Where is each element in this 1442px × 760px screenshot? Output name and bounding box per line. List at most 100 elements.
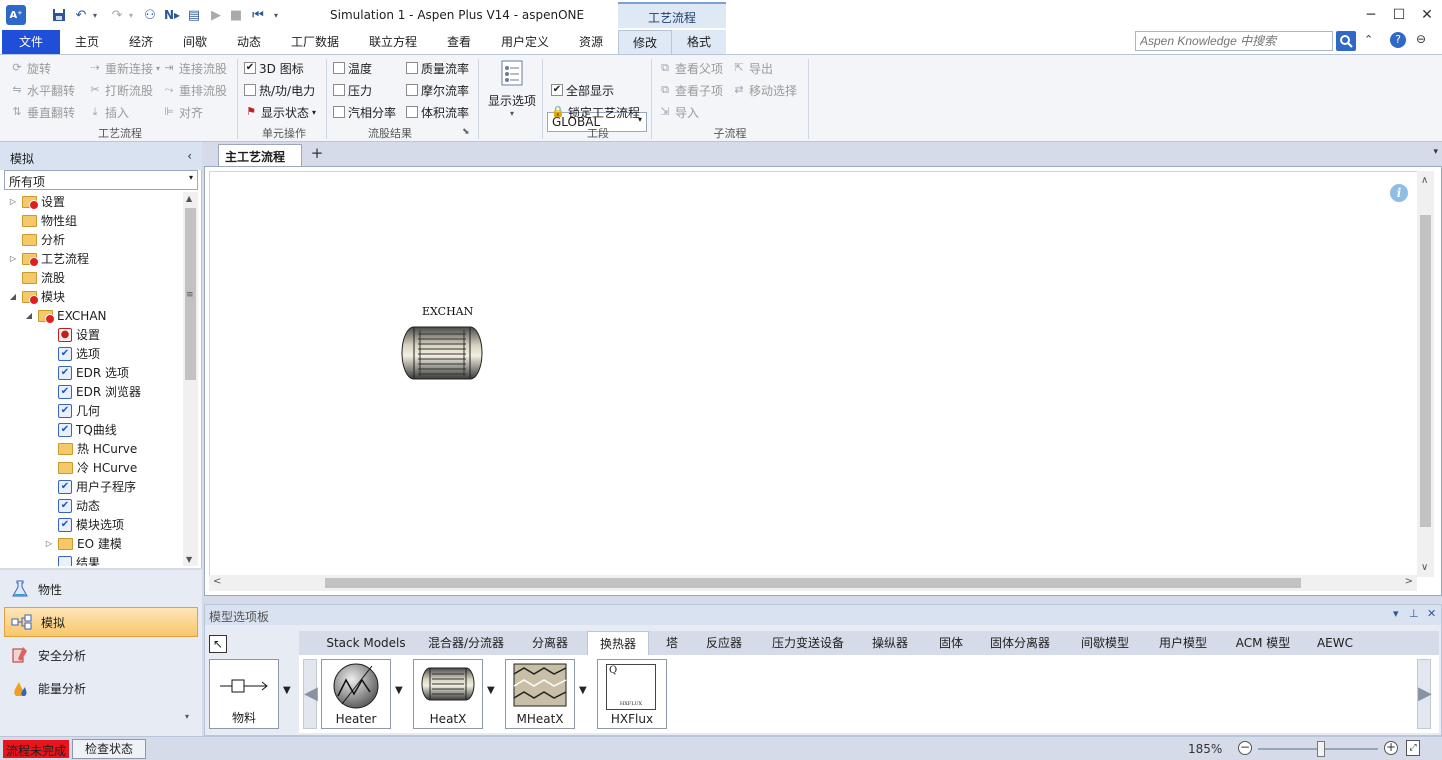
minimize-icon[interactable]: ─ (1357, 4, 1385, 26)
export-button[interactable]: ⇱ 导出 (732, 58, 773, 78)
nav-button-safety-analysis[interactable]: 安全分析 (4, 640, 198, 670)
palette-scroll-left-icon[interactable]: ◀ (303, 659, 318, 729)
mheatx-variants-dropdown-icon[interactable]: ▼ (579, 685, 587, 696)
tree-item-cold-hcurve[interactable]: 冷 HCurve (44, 458, 137, 477)
scroll-down-icon[interactable]: ∨ (1421, 562, 1428, 573)
redo-dropdown-icon[interactable]: ▾ (126, 6, 136, 24)
tab-format[interactable]: 格式 (672, 30, 726, 54)
tab-economics[interactable]: 经济 (116, 30, 166, 54)
display-options-button[interactable]: 显示选项 ▾ (484, 59, 540, 125)
tree-item-edr-options[interactable]: ✔ EDR 选项 (44, 363, 129, 382)
collapse-icon[interactable]: ◢ (24, 311, 34, 320)
close-palette-icon[interactable]: ✕ (1427, 607, 1436, 620)
palette-tab-separators[interactable]: 分离器 (523, 631, 577, 655)
move-selection-button[interactable]: ⇄ 移动选择 (732, 80, 797, 100)
collapse-ribbon-icon[interactable]: ⌃ (1364, 33, 1373, 46)
reset-icon[interactable]: ⏮ (250, 6, 266, 24)
aspen-knowledge-search-input[interactable] (1135, 31, 1333, 51)
search-icon[interactable] (1336, 31, 1356, 51)
lock-flowsheet-button[interactable]: 🔒 锁定工艺流程 (551, 102, 640, 122)
customize-qat-icon[interactable]: ▾ (270, 6, 282, 24)
heater-variants-dropdown-icon[interactable]: ▼ (395, 685, 403, 696)
scroll-left-icon[interactable]: < (213, 576, 221, 587)
scrollbar-thumb[interactable] (1420, 215, 1431, 527)
configure-buttons-icon[interactable]: ▾ (185, 712, 189, 721)
canvas-vertical-scrollbar[interactable]: ∧ ∨ (1417, 171, 1434, 577)
palette-tab-solids[interactable]: 固体 (931, 631, 971, 655)
model-heatx[interactable]: HeatX (413, 659, 483, 729)
heatx-variants-dropdown-icon[interactable]: ▼ (487, 685, 495, 696)
tab-dynamics[interactable]: 动态 (224, 30, 274, 54)
tree-item-setup[interactable]: ▷ 设置 (8, 192, 65, 211)
rotate-button[interactable]: ⟳ 旋转 (10, 58, 51, 78)
close-icon[interactable]: ✕ (1413, 4, 1441, 26)
zoom-out-icon[interactable]: − (1238, 741, 1252, 755)
dialog-launcher-icon[interactable]: ⬊ (462, 127, 470, 137)
add-tab-icon[interactable]: + (308, 145, 326, 163)
reconnect-button[interactable]: ⇢ 重新连接 ▾ (88, 58, 160, 78)
icon-3d-checkbox[interactable]: ✔ 3D 图标 (244, 58, 304, 78)
tab-view[interactable]: 查看 (436, 30, 482, 54)
model-hxflux[interactable]: Q HXFLUX HXFlux (597, 659, 667, 729)
molar-flow-checkbox[interactable]: 摩尔流率 (406, 80, 469, 100)
tree-item-tq-curve[interactable]: ✔ TQ曲线 (44, 420, 117, 439)
undo-dropdown-icon[interactable]: ▾ (90, 6, 100, 24)
aspen-app-icon[interactable]: A⁺ (6, 5, 26, 25)
break-stream-button[interactable]: ✂ 打断流股 (88, 80, 153, 100)
tab-plant-data[interactable]: 工厂数据 (280, 30, 350, 54)
tab-home[interactable]: 主页 (62, 30, 112, 54)
collapse-icon[interactable]: ◢ (8, 292, 18, 301)
tree-item-results[interactable]: 结果 (44, 553, 100, 566)
connect-stream-button[interactable]: ⇥ 连接流股 (162, 58, 227, 78)
pin-icon[interactable]: ⊥ (1409, 607, 1419, 620)
tab-list-dropdown-icon[interactable]: ▾ (1433, 147, 1438, 157)
tree-item-geometry[interactable]: ✔ 几何 (44, 401, 100, 420)
flowsheet-canvas[interactable]: EXCHAN i (209, 171, 1419, 577)
palette-tab-acm-models[interactable]: ACM 模型 (1229, 631, 1297, 655)
tree-item-hot-hcurve[interactable]: 热 HCurve (44, 439, 137, 458)
nav-button-properties[interactable]: 物性 (4, 574, 198, 604)
align-button[interactable]: ⊫ 对齐 (162, 102, 203, 122)
palette-tab-solids-separators[interactable]: 固体分离器 (983, 631, 1057, 655)
tree-item-flowsheet[interactable]: ▷ 工艺流程 (8, 249, 89, 268)
expand-icon[interactable]: ▷ (8, 254, 18, 263)
vapor-fraction-checkbox[interactable]: 汽相分率 (333, 102, 396, 122)
palette-tab-columns[interactable]: 塔 (655, 631, 689, 655)
tree-item-property-sets[interactable]: 物性组 (8, 211, 77, 230)
scroll-up-icon[interactable]: ▲ (186, 194, 192, 203)
reroute-stream-button[interactable]: ⤳ 重排流股 (162, 80, 227, 100)
block-label-exchan[interactable]: EXCHAN (422, 305, 473, 318)
model-material-stream[interactable]: 物料 (209, 659, 279, 729)
heatx-block-exchan[interactable] (400, 324, 484, 382)
model-mheatx[interactable]: MHeatX (505, 659, 575, 729)
tree-item-blocks[interactable]: ◢ 模块 (8, 287, 65, 306)
info-icon[interactable]: i (1390, 184, 1408, 202)
view-child-button[interactable]: ⧉ 查看子项 (658, 80, 723, 100)
tree-scrollbar[interactable]: ▲ ≡ ▼ (183, 192, 198, 566)
tree-item-block-options[interactable]: ✔ 模块选项 (44, 515, 124, 534)
tab-resources[interactable]: 资源 (566, 30, 616, 54)
stream-type-dropdown-icon[interactable]: ▼ (283, 685, 291, 696)
flip-vertical-button[interactable]: ⇅ 垂直翻转 (10, 102, 75, 122)
palette-tab-manipulators[interactable]: 操纵器 (865, 631, 915, 655)
stop-icon[interactable]: ■ (228, 6, 244, 24)
flowsheet-icon[interactable]: ⚇ (140, 6, 160, 24)
palette-scroll-right-icon[interactable]: ▶ (1417, 659, 1432, 729)
expand-icon[interactable]: ▷ (44, 539, 54, 548)
scrollbar-thumb[interactable] (325, 578, 1301, 588)
nav-filter-select[interactable]: 所有项 ▾ (4, 170, 198, 190)
tab-batch[interactable]: 间歇 (170, 30, 220, 54)
zoom-full-icon[interactable]: ⤢ (1406, 740, 1420, 756)
control-panel-icon[interactable]: ▤ (184, 6, 204, 24)
select-mode-icon[interactable]: ↖ (209, 635, 227, 653)
tab-modify[interactable]: 修改 (618, 30, 672, 54)
palette-tab-reactors[interactable]: 反应器 (697, 631, 751, 655)
nav-button-energy-analysis[interactable]: 能量分析 (4, 673, 198, 703)
undo-icon[interactable]: ↶ (72, 6, 90, 24)
tree-item-analysis[interactable]: 分析 (8, 230, 65, 249)
run-icon[interactable]: ▶ (208, 6, 224, 24)
palette-tab-pressure-changers[interactable]: 压力变送设备 (765, 631, 851, 655)
tree-item-edr-browser[interactable]: ✔ EDR 浏览器 (44, 382, 141, 401)
expand-icon[interactable]: ▷ (8, 197, 18, 206)
tree-item-streams[interactable]: 流股 (8, 268, 65, 287)
